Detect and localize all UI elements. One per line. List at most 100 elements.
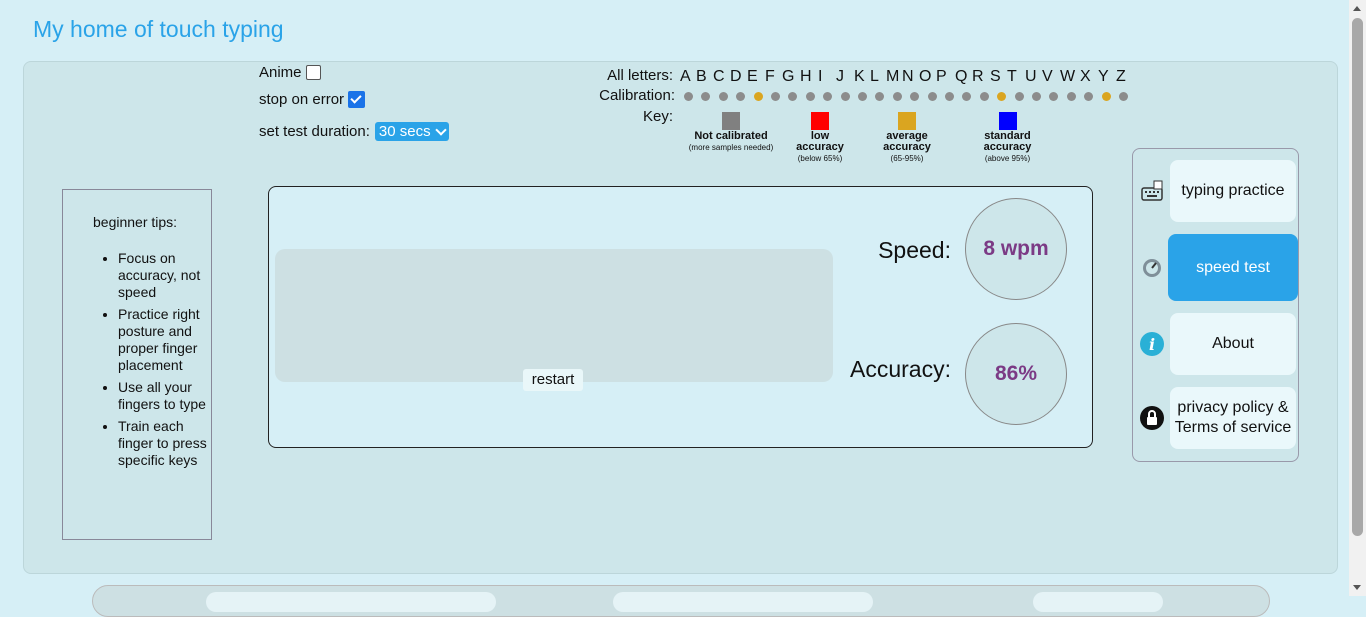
chevron-down-icon [434, 123, 447, 136]
tips-list: Focus on accuracy, not speedPractice rig… [63, 250, 213, 474]
speed-test-box: restart Speed: 8 wpm Accuracy: 86% [268, 186, 1093, 448]
tip-item: Practice right posture and proper finger… [118, 306, 213, 374]
legend-item: Not calibrated (more samples needed) [685, 112, 777, 153]
stop-on-error-option: stop on error [259, 91, 366, 108]
beginner-tips-panel: beginner tips: Focus on accuracy, not sp… [62, 189, 212, 540]
nav-privacy-policy[interactable]: privacy policy & Terms of service [1170, 387, 1296, 449]
speedometer-icon [1139, 255, 1165, 281]
calibration-dot-f [771, 92, 780, 101]
accuracy-value: 86% [965, 323, 1067, 425]
calibration-dot-j [840, 92, 850, 101]
typing-area[interactable]: restart [275, 249, 833, 391]
letter-f: F [765, 68, 775, 85]
anime-label: Anime [259, 64, 302, 81]
letter-q: Q [955, 68, 968, 85]
legend-subtitle: (more samples needed) [688, 143, 774, 152]
legend-subtitle: (below 65%) [797, 154, 843, 163]
all-letters-label: All letters: [607, 67, 673, 84]
letter-g: G [782, 68, 795, 85]
letter-p: P [936, 68, 947, 85]
legend-item: average accuracy (65-95%) [862, 112, 952, 164]
calibration-dot-u [1032, 92, 1041, 101]
duration-value: 30 secs [378, 123, 431, 140]
calibration-dot-k [858, 92, 867, 101]
speed-value: 8 wpm [965, 198, 1067, 300]
letter-s: S [990, 68, 1001, 85]
speed-label: Speed: [878, 237, 951, 263]
side-nav: typing practice speed test i About priva… [1132, 148, 1299, 462]
legend-swatch [722, 112, 740, 130]
calibration-dot-t [1014, 92, 1024, 101]
nav-typing-practice[interactable]: typing practice [1170, 160, 1296, 222]
legend-title: Not calibrated [694, 130, 768, 142]
letter-c: C [713, 68, 725, 85]
tips-title: beginner tips: [93, 214, 178, 230]
svg-text:i: i [1149, 335, 1155, 354]
nav-speed-test[interactable]: speed test [1168, 234, 1298, 301]
letter-k: K [854, 68, 865, 85]
bottom-pill [1033, 592, 1163, 612]
restart-button[interactable]: restart [523, 369, 583, 391]
legend-subtitle: (above 95%) [984, 154, 1031, 163]
calibration-dot-c [718, 92, 728, 101]
letter-t: T [1007, 68, 1017, 85]
letter-u: U [1025, 68, 1037, 85]
calibration-dot-r [979, 92, 989, 101]
scroll-thumb[interactable] [1352, 18, 1363, 536]
calibration-dot-w [1066, 92, 1076, 101]
letter-m: M [886, 68, 900, 85]
anime-option: Anime [259, 64, 321, 81]
scroll-down-icon[interactable] [1353, 585, 1361, 590]
tip-item: Train each finger to press specific keys [118, 418, 213, 469]
calibration-dot-h [805, 92, 815, 101]
page-scrollbar[interactable] [1349, 0, 1366, 596]
site-title: My home of touch typing [33, 16, 284, 42]
letter-d: D [730, 68, 742, 85]
legend-subtitle: (65-95%) [890, 154, 924, 163]
scroll-up-icon[interactable] [1353, 6, 1361, 11]
duration-option: set test duration: 30 secs [259, 122, 449, 141]
calibration-dot-m [892, 92, 902, 101]
calibration-dot-y [1101, 92, 1111, 101]
info-icon: i [1139, 331, 1165, 357]
legend-title: standard accuracy [983, 130, 1032, 153]
calibration-dot-a [684, 92, 693, 101]
letter-n: N [902, 68, 914, 85]
nav-about[interactable]: About [1170, 313, 1296, 375]
legend-swatch [998, 112, 1017, 130]
letter-b: B [696, 68, 707, 85]
letter-a: A [680, 68, 691, 85]
duration-label: set test duration: [259, 123, 370, 140]
bottom-panel [92, 585, 1270, 617]
anime-checkbox[interactable] [305, 65, 321, 80]
lock-icon [1139, 405, 1165, 431]
legend-swatch [898, 112, 916, 130]
letter-j: J [836, 68, 844, 85]
bottom-pill [206, 592, 496, 612]
key-label: Key: [642, 108, 673, 125]
keyboard-icon [1139, 179, 1165, 205]
letter-r: R [972, 68, 984, 85]
legend-swatch [811, 112, 829, 130]
calibration-dot-z [1119, 92, 1128, 101]
calibration-dot-e [753, 92, 763, 101]
duration-select[interactable]: 30 secs [374, 122, 449, 141]
letter-z: Z [1116, 68, 1126, 85]
letter-h: H [800, 68, 812, 85]
stop-on-error-checkbox[interactable] [348, 91, 366, 108]
calibration-label: Calibration: [599, 87, 675, 104]
calibration-dot-p [945, 92, 954, 101]
letter-i: I [818, 68, 823, 85]
calibration-dot-o [927, 92, 937, 101]
legend-title: low accuracy [796, 130, 844, 153]
stop-on-error-label: stop on error [259, 91, 345, 108]
legend-item: standard accuracy (above 95%) [960, 112, 1055, 164]
legend-title: average accuracy [883, 130, 931, 153]
letter-w: W [1060, 68, 1076, 85]
letter-o: O [919, 68, 932, 85]
letter-v: V [1042, 68, 1053, 85]
letter-e: E [747, 68, 758, 85]
letter-y: Y [1098, 68, 1109, 85]
letter-l: L [870, 68, 879, 85]
tip-item: Use all your fingers to type [118, 379, 213, 413]
